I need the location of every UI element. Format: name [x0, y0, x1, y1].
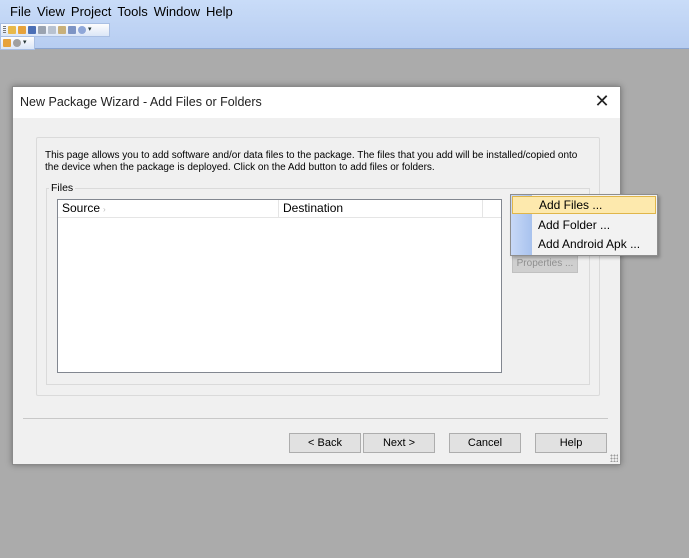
- help-button[interactable]: Help: [535, 433, 607, 453]
- menu-window[interactable]: Window: [151, 4, 203, 20]
- footer-separator: [23, 418, 608, 419]
- menu-project[interactable]: Project: [68, 4, 114, 20]
- toolbar-overflow-icon[interactable]: ▾: [88, 26, 92, 34]
- menu-file[interactable]: File: [7, 4, 34, 20]
- toolbar-grip-icon[interactable]: [3, 26, 6, 34]
- add-popup-menu: Add Files ... Add Folder ... Add Android…: [510, 194, 658, 256]
- main-toolbar: ▾: [0, 23, 110, 37]
- menu-help[interactable]: Help: [203, 4, 236, 20]
- menu-tools[interactable]: Tools: [114, 4, 150, 20]
- package-icon[interactable]: [3, 39, 11, 47]
- close-icon[interactable]: ✕: [592, 91, 612, 111]
- list-header: Source › Destination: [58, 200, 501, 218]
- menu-item-add-files[interactable]: Add Files ...: [512, 196, 656, 214]
- dialog-title: New Package Wizard - Add Files or Folder…: [20, 95, 262, 109]
- files-group-label: Files: [49, 182, 76, 194]
- find-icon[interactable]: [78, 26, 86, 34]
- undo-icon[interactable]: [68, 26, 76, 34]
- column-source-label: Source: [62, 201, 101, 215]
- menu-item-add-folder[interactable]: Add Folder ...: [512, 216, 656, 234]
- next-button[interactable]: Next >: [363, 433, 435, 453]
- resize-grip-icon[interactable]: [610, 454, 618, 462]
- secondary-toolbar: ▾: [0, 36, 35, 50]
- column-destination-label: Destination: [283, 201, 344, 215]
- new-icon[interactable]: [8, 26, 16, 34]
- paste-icon[interactable]: [58, 26, 66, 34]
- cut-icon[interactable]: [38, 26, 46, 34]
- back-button[interactable]: < Back: [289, 433, 361, 453]
- page-description: This page allows you to add software and…: [45, 150, 578, 173]
- copy-icon[interactable]: [48, 26, 56, 34]
- save-icon[interactable]: [28, 26, 36, 34]
- properties-button: Properties ...: [512, 253, 578, 273]
- dialog-titlebar[interactable]: New Package Wizard - Add Files or Folder…: [13, 87, 620, 118]
- settings-icon[interactable]: [13, 39, 21, 47]
- menu-view[interactable]: View: [34, 4, 68, 20]
- files-listview[interactable]: Source › Destination: [57, 199, 502, 373]
- new-package-wizard-dialog: New Package Wizard - Add Files or Folder…: [12, 86, 621, 465]
- cancel-button[interactable]: Cancel: [449, 433, 521, 453]
- open-icon[interactable]: [18, 26, 26, 34]
- menu-items: File View Project Tools Window Help: [7, 4, 236, 20]
- column-header-source[interactable]: Source ›: [58, 200, 279, 217]
- toolbar-overflow-icon[interactable]: ▾: [23, 39, 27, 47]
- app-menubar: File View Project Tools Window Help ▾ ▾: [0, 0, 689, 50]
- column-header-destination[interactable]: Destination: [279, 200, 483, 217]
- menu-item-add-android-apk[interactable]: Add Android Apk ...: [512, 235, 656, 253]
- sort-indicator-icon: ›: [103, 205, 106, 214]
